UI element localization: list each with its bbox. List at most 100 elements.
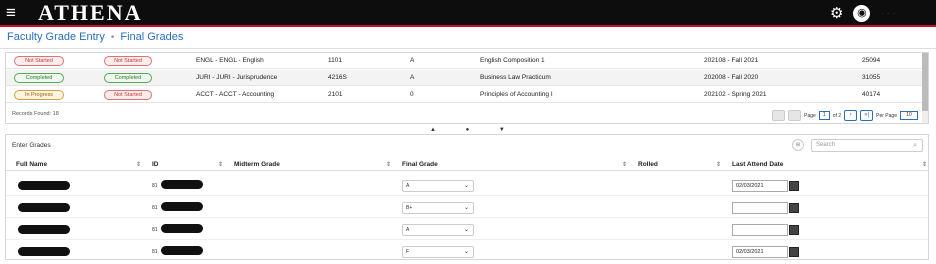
breadcrumb-separator: • [110, 31, 115, 43]
chevron-down-icon: ⌄ [463, 227, 469, 233]
course-term: 202008 - Fall 2020 [704, 74, 759, 81]
user-icon[interactable]: ◉ [853, 4, 871, 22]
final-grade-select[interactable]: B+ ⌄ [402, 202, 474, 214]
calendar-icon[interactable] [789, 225, 799, 235]
course-row[interactable]: Not Started Not Started ENGL - ENGL - En… [6, 53, 922, 69]
last-page-button[interactable]: »| [860, 110, 874, 121]
enter-grades-panel: Enter Grades ⊞ Search ⌕ Full Name ⇕ ID ⇕… [5, 134, 929, 260]
final-grade-select[interactable]: F ⌄ [402, 246, 474, 258]
last-attend-date-input[interactable]: 02/03/2021 [732, 180, 788, 192]
course-section: A [410, 57, 415, 64]
user-name[interactable]: · · · [880, 8, 896, 19]
chevron-down-icon: ⌄ [463, 183, 469, 189]
redacted-id [161, 246, 203, 255]
scrollbar[interactable] [922, 53, 928, 123]
course-section: A [410, 74, 415, 81]
course-number: 2101 [328, 91, 343, 98]
sort-icon[interactable]: ⇕ [218, 161, 223, 168]
pagination: Page 1 of 2 › »| Per Page 10 [772, 110, 918, 121]
course-section: 0 [410, 91, 414, 98]
search-placeholder: Search [816, 142, 836, 148]
status-badge: Not Started [104, 90, 152, 100]
column-id[interactable]: ID [152, 161, 159, 168]
column-full-name[interactable]: Full Name [16, 161, 47, 168]
sort-icon[interactable]: ⇕ [386, 161, 391, 168]
course-term: 202108 - Fall 2021 [704, 57, 759, 64]
redacted-id [161, 224, 203, 233]
per-page-label: Per Page [876, 112, 897, 119]
sort-icon[interactable]: ⇕ [622, 161, 627, 168]
page-input[interactable]: 1 [818, 111, 830, 120]
final-grade-value: B+ [406, 205, 413, 211]
column-rolled[interactable]: Rolled [638, 161, 658, 168]
course-title: Principles of Accounting I [480, 91, 553, 98]
course-title: English Composition 1 [480, 57, 545, 64]
redacted-name [18, 247, 70, 256]
column-last-attend-date[interactable]: Last Attend Date [732, 161, 783, 168]
sort-icon[interactable]: ⇕ [922, 161, 927, 168]
chevron-down-icon: ⌄ [463, 249, 469, 255]
brand-logo[interactable]: ATHENA [38, 0, 143, 26]
records-found: Records Found: 18 [12, 111, 59, 117]
last-attend-date-input[interactable] [732, 224, 788, 236]
title-bar: Faculty Grade Entry • Final Grades [0, 27, 936, 49]
chevron-down-icon: ⌄ [463, 205, 469, 211]
breadcrumb-faculty-grade-entry[interactable]: Faculty Grade Entry [7, 31, 105, 43]
search-icon[interactable]: ⌕ [913, 140, 917, 151]
course-crn: 40174 [862, 91, 881, 98]
column-midterm-grade[interactable]: Midterm Grade [234, 161, 280, 168]
table-row: 81 F ⌄ 02/03/2021 [6, 241, 928, 262]
student-id: 81 [152, 227, 158, 233]
course-list-panel: Not Started Not Started ENGL - ENGL - En… [5, 52, 929, 124]
page-of-label: of 2 [832, 112, 842, 119]
final-grade-value: A [406, 227, 410, 233]
redacted-name [18, 225, 70, 234]
prev-page-button[interactable] [788, 110, 802, 121]
scrollbar-thumb[interactable] [922, 53, 928, 111]
student-id: 81 [152, 183, 158, 189]
top-right-actions: ⚙ ◉ · · · [830, 4, 896, 22]
menu-icon[interactable]: ≡ [6, 4, 28, 21]
column-final-grade[interactable]: Final Grade [402, 161, 438, 168]
course-subject: ACCT - ACCT - Accounting [196, 91, 275, 98]
redacted-id [161, 202, 203, 211]
status-badge: Completed [14, 73, 64, 83]
last-attend-date-input[interactable]: 02/03/2021 [732, 246, 788, 258]
breadcrumb-final-grades[interactable]: Final Grades [120, 31, 183, 43]
redacted-name [18, 203, 70, 212]
course-number: 4216S [328, 74, 347, 81]
course-subject: ENGL - ENGL - English [196, 57, 264, 64]
panel-collapse-controls[interactable]: ▲ ● ▼ [430, 127, 519, 133]
sort-icon[interactable]: ⇕ [136, 161, 141, 168]
gear-icon[interactable]: ⚙ [830, 4, 843, 22]
last-attend-date-input[interactable] [732, 202, 788, 214]
student-id: 81 [152, 205, 158, 211]
course-crn: 31055 [862, 74, 881, 81]
calendar-icon[interactable] [789, 181, 799, 191]
first-page-button[interactable] [772, 110, 786, 121]
final-grade-value: A [406, 183, 410, 189]
course-number: 1101 [328, 57, 342, 64]
sort-icon[interactable]: ⇕ [716, 161, 721, 168]
course-row[interactable]: In Progress Not Started ACCT - ACCT - Ac… [6, 87, 922, 103]
status-badge: Not Started [104, 56, 152, 66]
final-grade-select[interactable]: A ⌄ [402, 180, 474, 192]
next-page-button[interactable]: › [844, 110, 858, 121]
last-attend-date-value: 02/03/2021 [736, 183, 764, 189]
breadcrumb: Faculty Grade Entry • Final Grades [7, 31, 183, 43]
redacted-id [161, 180, 203, 189]
columns-icon[interactable]: ⊞ [792, 139, 804, 151]
calendar-icon[interactable] [789, 203, 799, 213]
table-row: 81 A ⌄ 02/03/2021 [6, 175, 928, 196]
panel-title: Enter Grades [12, 142, 51, 149]
status-badge: Completed [104, 73, 152, 83]
search-input[interactable]: Search ⌕ [811, 139, 923, 152]
status-badge: In Progress [14, 90, 64, 100]
course-row[interactable]: Completed Completed JURI - JURI - Jurisp… [6, 70, 922, 86]
calendar-icon[interactable] [789, 247, 799, 257]
per-page-input[interactable]: 10 [900, 111, 918, 120]
table-row: 81 A ⌄ [6, 219, 928, 240]
final-grade-select[interactable]: A ⌄ [402, 224, 474, 236]
final-grade-value: F [406, 249, 410, 255]
course-subject: JURI - JURI - Jurisprudence [196, 74, 278, 81]
